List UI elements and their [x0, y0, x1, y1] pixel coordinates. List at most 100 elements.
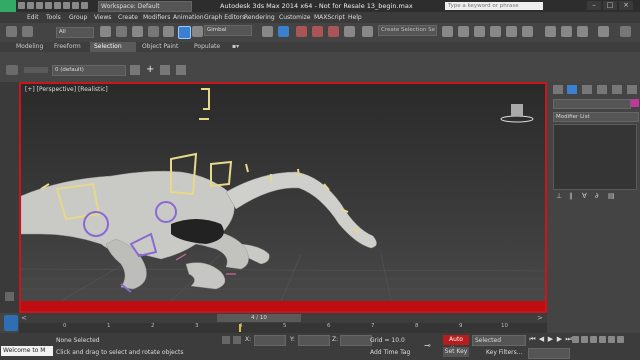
- set-current-layer-icon[interactable]: [176, 65, 186, 75]
- angle-snap-icon[interactable]: [312, 26, 323, 37]
- curve-editor-icon[interactable]: [490, 26, 501, 37]
- material-editor-icon[interactable]: [522, 26, 533, 37]
- new-layer-icon[interactable]: [130, 65, 140, 75]
- utilities-tab-icon[interactable]: [627, 85, 637, 94]
- ribbon-options-icon[interactable]: ▪▾: [228, 42, 243, 52]
- maxscript-listener[interactable]: Welcome to M: [1, 346, 53, 356]
- modifier-stack[interactable]: [553, 124, 637, 190]
- add-to-layer-icon[interactable]: +: [146, 65, 154, 75]
- configure-sets-icon[interactable]: ▤: [608, 192, 618, 200]
- tab-object-paint[interactable]: Object Paint: [138, 42, 182, 52]
- layer-visibility-icon[interactable]: [24, 67, 48, 73]
- spinner-snap-icon[interactable]: [344, 26, 355, 37]
- select-and-scale-icon[interactable]: [192, 26, 203, 37]
- lock-selection-icon[interactable]: [222, 336, 230, 344]
- menu-modifiers[interactable]: Modifiers: [143, 14, 170, 21]
- align-icon[interactable]: [458, 26, 469, 37]
- motion-tab-icon[interactable]: [597, 85, 607, 94]
- zoom-icon[interactable]: [572, 336, 579, 343]
- select-manipulate-icon[interactable]: [278, 26, 289, 37]
- schematic-view-icon[interactable]: [506, 26, 517, 37]
- maximize-viewport-icon[interactable]: [617, 336, 624, 343]
- redo-icon[interactable]: [22, 26, 33, 37]
- open-file-icon[interactable]: [27, 2, 34, 9]
- menu-views[interactable]: Views: [94, 14, 111, 21]
- menu-help[interactable]: Help: [348, 14, 362, 21]
- previous-key-icon[interactable]: ◀: [537, 335, 546, 344]
- absolute-mode-icon[interactable]: [233, 336, 241, 344]
- new-file-icon[interactable]: [18, 2, 25, 9]
- layer-explorer-icon[interactable]: [6, 65, 18, 75]
- key-mode-dropdown[interactable]: Selected: [472, 335, 526, 346]
- menu-group[interactable]: Group: [69, 14, 87, 21]
- zoom-all-icon[interactable]: [581, 336, 588, 343]
- modifier-list-dropdown[interactable]: Modifier List: [553, 112, 639, 122]
- viewcube-icon[interactable]: [500, 104, 534, 123]
- display-tab-icon[interactable]: [612, 85, 622, 94]
- auto-key-button[interactable]: Auto Key: [443, 335, 469, 353]
- pan-icon[interactable]: [608, 336, 615, 343]
- menu-rendering[interactable]: Rendering: [244, 14, 275, 21]
- workspace-dropdown[interactable]: Workspace: Default: [98, 1, 192, 12]
- next-key-icon[interactable]: ▶: [555, 335, 564, 344]
- key-filters-button[interactable]: Key Filters...: [486, 349, 523, 356]
- previous-frame-icon[interactable]: <: [21, 314, 27, 322]
- selection-filter-dropdown[interactable]: All: [56, 27, 94, 38]
- rectangular-selection-icon[interactable]: [132, 26, 143, 37]
- perspective-viewport[interactable]: [+] [Perspective] [Realistic]: [19, 82, 547, 313]
- maximize-button[interactable]: □: [603, 1, 617, 10]
- current-frame-field[interactable]: [528, 348, 570, 359]
- menu-customize[interactable]: Customize: [279, 14, 311, 21]
- show-end-result-icon[interactable]: ∥: [569, 192, 579, 200]
- select-and-move-icon[interactable]: [163, 26, 174, 37]
- layer-dropdown[interactable]: 0 (default): [52, 65, 126, 76]
- named-selection-dropdown[interactable]: Create Selection Se: [378, 25, 437, 36]
- y-coordinate-field[interactable]: [298, 335, 330, 346]
- project-folder-icon[interactable]: [81, 2, 88, 9]
- undo-icon[interactable]: [45, 2, 52, 9]
- render-icon[interactable]: [577, 26, 588, 37]
- menu-edit[interactable]: Edit: [27, 14, 39, 21]
- search-input[interactable]: Type a keyword or phrase: [445, 2, 543, 10]
- zoom-extents-icon[interactable]: [590, 336, 597, 343]
- menu-maxscript[interactable]: MAXScript: [314, 14, 345, 21]
- select-by-name-icon[interactable]: [116, 26, 127, 37]
- tab-selection[interactable]: Selection: [90, 42, 136, 52]
- rendered-frame-icon[interactable]: [561, 26, 572, 37]
- object-color-swatch[interactable]: [631, 99, 639, 107]
- hold-icon[interactable]: [63, 2, 70, 9]
- undo-icon[interactable]: [6, 26, 17, 37]
- hierarchy-tab-icon[interactable]: [582, 85, 592, 94]
- tab-modeling[interactable]: Modeling: [12, 42, 47, 52]
- set-key-button[interactable]: Set Key: [443, 347, 469, 357]
- tab-freeform[interactable]: Freeform: [50, 42, 85, 52]
- close-button[interactable]: ×: [619, 1, 633, 10]
- render-setup-icon[interactable]: [545, 26, 556, 37]
- mirror-icon[interactable]: [442, 26, 453, 37]
- menu-create[interactable]: Create: [118, 14, 138, 21]
- select-object-icon[interactable]: [100, 26, 111, 37]
- select-and-rotate-icon[interactable]: [178, 26, 191, 39]
- play-icon[interactable]: ▶: [546, 335, 555, 344]
- menu-graph-editors[interactable]: Graph Editors: [204, 14, 245, 21]
- fetch-icon[interactable]: [72, 2, 79, 9]
- minimize-button[interactable]: –: [587, 1, 601, 10]
- layer-manager-icon[interactable]: [474, 26, 485, 37]
- pin-stack-icon[interactable]: ⊥: [556, 192, 566, 200]
- object-name-field[interactable]: [553, 99, 631, 109]
- tab-populate[interactable]: Populate: [190, 42, 224, 52]
- make-unique-icon[interactable]: ∀: [582, 192, 592, 200]
- render-production-icon[interactable]: [598, 26, 609, 37]
- add-time-tag[interactable]: Add Time Tag: [370, 349, 410, 356]
- reference-coordinate-dropdown[interactable]: Gimbal: [204, 25, 252, 36]
- viewport-layout-icon[interactable]: [5, 292, 14, 301]
- key-icon[interactable]: ⊸: [424, 341, 431, 350]
- edit-named-selections-icon[interactable]: [362, 26, 373, 37]
- time-slider[interactable]: < 4 / 10 >: [19, 313, 547, 323]
- save-file-icon[interactable]: [36, 2, 43, 9]
- time-configuration-button[interactable]: [4, 315, 18, 331]
- remove-modifier-icon[interactable]: ∂: [595, 192, 605, 200]
- teapot-render-icon[interactable]: [620, 26, 631, 37]
- go-to-start-icon[interactable]: ⏮: [528, 335, 537, 344]
- pivot-center-icon[interactable]: [262, 26, 273, 37]
